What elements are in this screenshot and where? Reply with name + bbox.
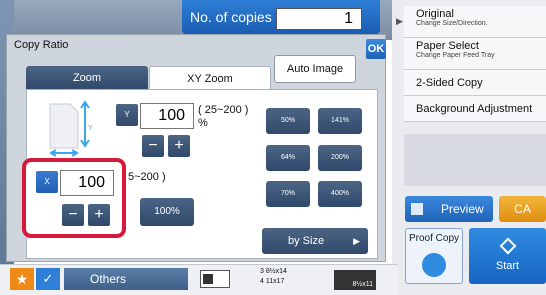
- x-range-label: 5~200 ): [128, 171, 166, 183]
- tray-paper-size: 8½x11: [334, 270, 376, 290]
- dialog-title: Copy Ratio: [14, 39, 69, 51]
- y-increase-button[interactable]: +: [168, 135, 190, 157]
- preset-141-button[interactable]: 141%: [318, 108, 362, 134]
- start-icon: [499, 237, 516, 255]
- preset-400-button[interactable]: 400%: [318, 181, 362, 207]
- x-decrease-button[interactable]: −: [62, 204, 84, 226]
- proof-copy-icon: [422, 253, 446, 277]
- preview-button[interactable]: Preview: [405, 196, 493, 222]
- expand-icon: ▶: [396, 16, 403, 26]
- copies-label: No. of copies: [190, 9, 272, 25]
- y-unit-label: %: [198, 117, 208, 129]
- start-button[interactable]: Start: [469, 228, 546, 284]
- y-decrease-button[interactable]: −: [142, 135, 164, 157]
- y-axis-button[interactable]: Y: [116, 104, 138, 126]
- y-ratio-input[interactable]: 100: [140, 103, 194, 129]
- ok-button[interactable]: OK: [366, 39, 386, 59]
- proof-copy-button[interactable]: Proof Copy: [405, 228, 463, 284]
- check-icon[interactable]: ✓: [36, 268, 60, 290]
- copies-input[interactable]: 1: [276, 8, 362, 30]
- two-sided-copy-button[interactable]: 2-Sided Copy: [404, 70, 546, 96]
- preset-200-button[interactable]: 200%: [318, 145, 362, 171]
- y-range-label: ( 25~200 ): [198, 104, 249, 116]
- x-axis-button[interactable]: X: [36, 171, 58, 193]
- by-size-button[interactable]: by Size ▶: [262, 228, 368, 254]
- tray-icon: [200, 270, 230, 288]
- preset-64-button[interactable]: 64%: [266, 145, 310, 171]
- x-ratio-input[interactable]: 100: [60, 170, 114, 196]
- reset-100-button[interactable]: 100%: [140, 198, 194, 226]
- tab-xy-zoom[interactable]: XY Zoom: [149, 66, 271, 90]
- preview-icon: [411, 203, 423, 215]
- others-button[interactable]: Others: [64, 268, 188, 290]
- background-adjustment-button[interactable]: Background Adjustment: [404, 96, 546, 122]
- arrow-right-icon: ▶: [353, 236, 360, 246]
- paper-select-button[interactable]: Paper Select Change Paper Feed Tray: [404, 38, 546, 70]
- preset-50-button[interactable]: 50%: [266, 108, 310, 134]
- svg-text:Y: Y: [88, 125, 92, 132]
- right-panel-spacer: [404, 134, 546, 186]
- paper-tray-status: 3 8½x14 4 11x17 8½x11: [200, 266, 378, 293]
- tab-zoom[interactable]: Zoom: [26, 66, 148, 90]
- favorite-star-icon[interactable]: ★: [10, 268, 34, 290]
- original-button[interactable]: ▶ Original Change Size/Direction.: [396, 6, 546, 38]
- tray-line-1: 3 8½x14: [260, 268, 287, 275]
- copies-bar[interactable]: No. of copies 1: [182, 0, 380, 34]
- preset-70-button[interactable]: 70%: [266, 181, 310, 207]
- auto-image-button[interactable]: Auto Image: [274, 55, 356, 83]
- clear-all-button[interactable]: CA: [499, 196, 546, 222]
- x-increase-button[interactable]: +: [88, 204, 110, 226]
- document-xy-icon: Y: [49, 100, 92, 157]
- tray-line-2: 4 11x17: [260, 278, 285, 285]
